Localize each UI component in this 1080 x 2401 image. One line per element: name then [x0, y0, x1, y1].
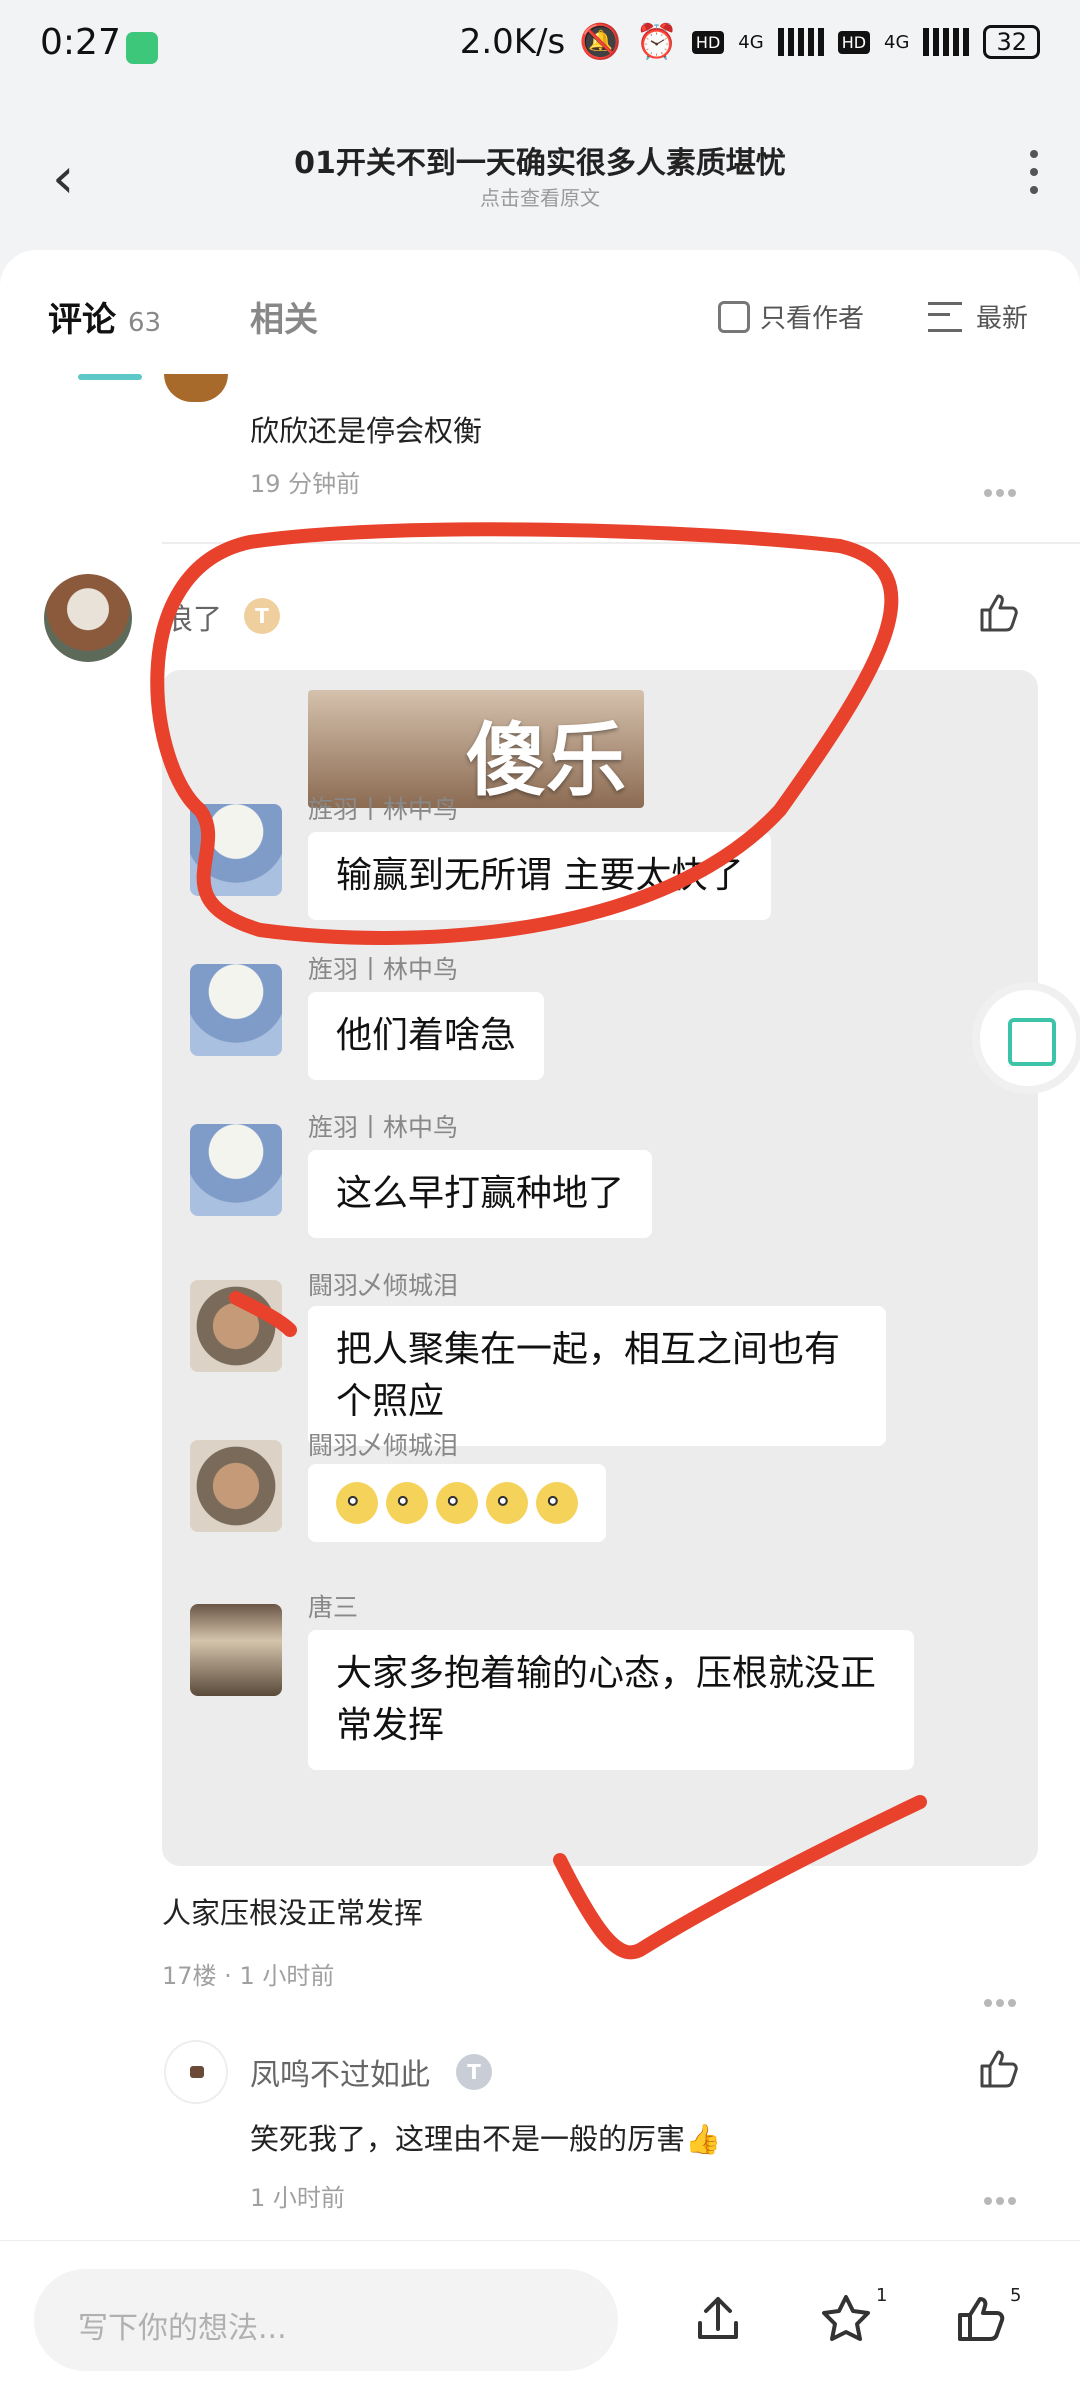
mute-icon: 🔕	[579, 22, 622, 62]
hd-icon-2: HD	[837, 30, 871, 54]
reply-text: 笑死我了，这理由不是一般的厉害👍	[250, 2122, 722, 2156]
status-right: 2.0K/s 🔕 ⏰ HD 4G HD 4G 32	[460, 22, 1040, 62]
floor-number: 17楼	[162, 1962, 217, 1990]
comments-sheet: 评论 63 相关 只看作者 最新 欣欣还是停会权衡 19 分钟前 浪了 T 傻乐 …	[0, 250, 1080, 2240]
reply-username[interactable]: 凤鸣不过如此	[250, 2050, 430, 2094]
avatar[interactable]	[164, 2040, 228, 2104]
favorite-count: 1	[876, 2285, 888, 2306]
network-speed: 2.0K/s	[459, 22, 566, 62]
like-count: 5	[1010, 2285, 1022, 2306]
hd-icon: HD	[691, 30, 725, 54]
red-annotation-marks	[150, 522, 927, 1960]
favorite-star-icon[interactable]	[818, 2291, 874, 2347]
comment-time: 1 小时前	[239, 1962, 335, 1990]
charging-app-icon	[126, 32, 158, 64]
thumbs-up-icon[interactable]	[952, 2291, 1008, 2347]
title-bar: ‹ 01开关不到一天确实很多人素质堪忧 点击查看原文	[0, 110, 1080, 230]
post-title[interactable]: 01开关不到一天确实很多人素质堪忧	[0, 138, 1080, 182]
share-icon[interactable]	[690, 2291, 746, 2347]
bottom-bar: 写下你的想法... 1 5	[0, 2240, 1080, 2401]
reply-time: 1 小时前	[250, 2184, 345, 2212]
status-time: 0:27	[40, 22, 121, 63]
level-badge: T	[456, 2054, 492, 2090]
more-options-icon[interactable]	[1030, 150, 1040, 204]
signal-label-1: 4G	[738, 31, 764, 53]
view-original-link[interactable]: 点击查看原文	[0, 182, 1080, 211]
comment-input[interactable]: 写下你的想法...	[34, 2269, 618, 2371]
signal-label-2: 4G	[884, 31, 910, 53]
thumbs-up-icon[interactable]	[976, 2046, 1022, 2092]
status-bar: 0:27 2.0K/s 🔕 ⏰ HD 4G HD 4G 32	[0, 0, 1080, 96]
comment-meta: 17楼 · 1 小时前	[162, 1962, 335, 1990]
signal-icon	[777, 28, 824, 56]
floating-cube-icon[interactable]	[980, 990, 1076, 1086]
more-dots-icon[interactable]	[984, 2190, 1020, 2205]
comment-text: 人家压根没正常发挥	[162, 1896, 424, 1930]
battery-icon: 32	[983, 25, 1040, 59]
signal-icon-2	[923, 28, 970, 56]
more-dots-icon[interactable]	[984, 1992, 1020, 2007]
input-placeholder: 写下你的想法...	[78, 2311, 287, 2346]
alarm-icon: ⏰	[635, 22, 678, 62]
